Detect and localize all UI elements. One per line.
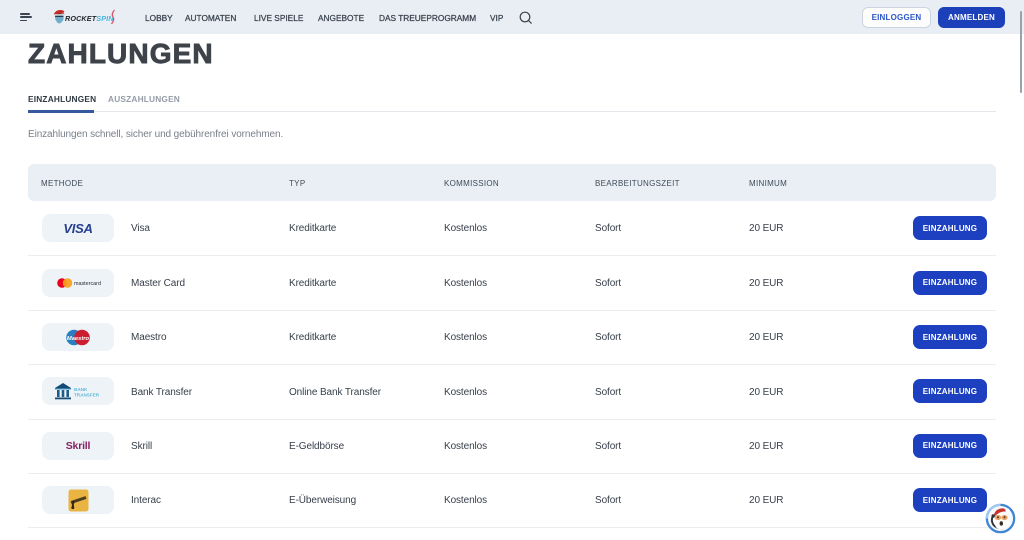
- svg-text:TRANSFER: TRANSFER: [74, 393, 100, 398]
- svg-text:BANK: BANK: [74, 387, 88, 392]
- svg-text:mastercard: mastercard: [74, 281, 101, 287]
- svg-text:Maestro: Maestro: [67, 335, 90, 341]
